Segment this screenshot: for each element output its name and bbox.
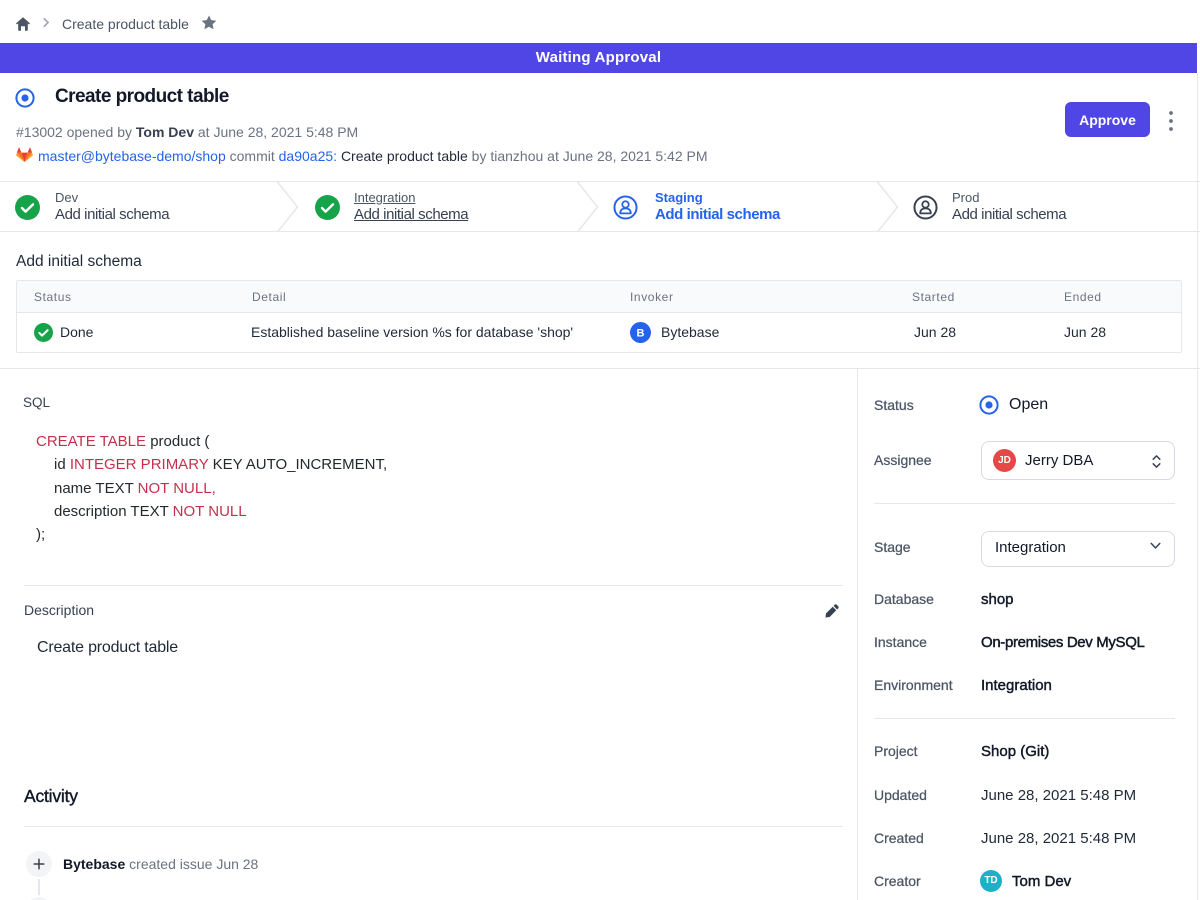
svg-text:B: B [637,328,645,340]
